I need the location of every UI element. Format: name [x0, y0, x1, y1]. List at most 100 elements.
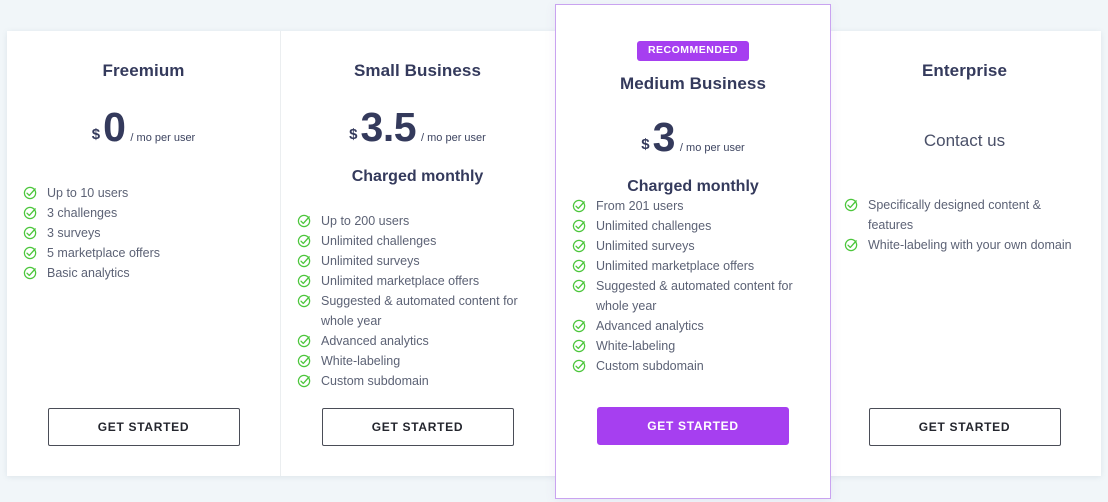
price-currency: $	[641, 135, 650, 153]
circle-check-icon	[572, 279, 586, 292]
recommended-badge: RECOMMENDED	[636, 41, 750, 61]
list-item: Unlimited surveys	[572, 236, 814, 256]
price-currency: $	[349, 126, 358, 143]
list-item: Suggested & automated content for whole …	[572, 276, 814, 316]
list-item: Unlimited challenges	[572, 216, 814, 236]
price-period: / mo per user	[679, 141, 745, 154]
circle-check-icon	[297, 234, 311, 248]
feature-label: From 201 users	[596, 198, 684, 213]
feature-label: Unlimited marketplace offers	[321, 274, 480, 288]
circle-check-icon	[572, 339, 586, 352]
circle-check-icon	[572, 259, 586, 272]
circle-check-icon	[297, 374, 311, 388]
feature-label: Unlimited challenges	[596, 218, 712, 233]
list-item: Suggested & automated content for whole …	[297, 291, 538, 331]
list-item: Unlimited surveys	[297, 251, 538, 271]
list-item: Custom subdomain	[572, 356, 814, 376]
list-item: Unlimited marketplace offers	[297, 271, 538, 291]
circle-check-icon	[297, 254, 311, 268]
list-item: Unlimited marketplace offers	[572, 256, 814, 276]
cta-container: GET STARTED	[572, 407, 814, 445]
plan-title: Small Business	[353, 61, 482, 80]
list-item: White-labeling with your own domain	[844, 235, 1085, 255]
plan-card-small-business: Small Business $ 3.5 / mo per user Charg…	[280, 31, 554, 476]
plan-card-medium-business: RECOMMENDED Medium Business $ 3 / mo per…	[555, 4, 831, 499]
circle-check-icon	[297, 294, 311, 308]
circle-check-icon	[23, 266, 37, 280]
list-item: 3 challenges	[23, 203, 264, 223]
billing-note: Charged monthly	[351, 168, 484, 185]
cta-container: GET STARTED	[297, 408, 538, 446]
feature-label: Unlimited marketplace offers	[596, 258, 755, 273]
circle-check-icon	[572, 239, 586, 252]
feature-list: Specifically designed content & features…	[844, 195, 1085, 255]
price-period: / mo per user	[421, 132, 486, 144]
price-currency: $	[91, 126, 101, 143]
pricing-page: Freemium $ 0 / mo per user Up to 10 user…	[0, 0, 1108, 502]
list-item: Advanced analytics	[572, 316, 814, 336]
circle-check-icon	[844, 238, 858, 252]
price-amount: 3.5	[360, 104, 417, 150]
get-started-button[interactable]: GET STARTED	[47, 408, 240, 446]
contact-us-label: Contact us	[923, 131, 1006, 150]
plan-price: $ 0 / mo per user	[92, 107, 195, 148]
list-item: Advanced analytics	[297, 331, 538, 351]
price-amount: 0	[103, 104, 126, 150]
feature-label: White-labeling	[596, 338, 676, 353]
circle-check-icon	[297, 334, 311, 348]
circle-check-icon	[23, 186, 37, 200]
list-item: Specifically designed content & features	[844, 195, 1085, 235]
list-item: White-labeling	[572, 336, 814, 356]
get-started-button[interactable]: GET STARTED	[321, 408, 514, 446]
price-period: / mo per user	[130, 132, 196, 144]
circle-check-icon	[297, 214, 311, 228]
circle-check-icon	[572, 359, 586, 372]
plan-card-freemium: Freemium $ 0 / mo per user Up to 10 user…	[7, 31, 280, 476]
list-item: Up to 200 users	[297, 211, 538, 231]
plan-price: $ 3 / mo per user	[641, 116, 745, 158]
circle-check-icon	[23, 246, 37, 260]
list-item: Up to 10 users	[23, 183, 264, 203]
feature-label: White-labeling with your own domain	[868, 238, 1072, 252]
feature-list: Up to 200 users Unlimited challenges Unl…	[297, 211, 538, 391]
circle-check-icon	[844, 198, 858, 212]
cta-container: GET STARTED	[23, 408, 264, 446]
plan-title: Medium Business	[619, 73, 767, 93]
plan-title: Enterprise	[921, 61, 1008, 80]
billing-note: Charged monthly	[627, 177, 759, 195]
feature-label: White-labeling	[321, 354, 401, 368]
feature-label: 3 surveys	[47, 226, 101, 240]
feature-label: 5 marketplace offers	[47, 246, 161, 260]
feature-label: Advanced analytics	[321, 334, 429, 348]
circle-check-icon	[572, 319, 586, 332]
list-item: White-labeling	[297, 351, 538, 371]
circle-check-icon	[572, 219, 586, 232]
circle-check-icon	[23, 206, 37, 220]
get-started-button[interactable]: GET STARTED	[597, 407, 789, 445]
circle-check-icon	[23, 226, 37, 240]
feature-label: Custom subdomain	[321, 374, 429, 388]
list-item: Unlimited challenges	[297, 231, 538, 251]
feature-label: Suggested & automated content for whole …	[321, 294, 518, 328]
list-item: Basic analytics	[23, 263, 264, 283]
list-item: Custom subdomain	[297, 371, 538, 391]
feature-list: From 201 users Unlimited challenges Unli…	[572, 196, 814, 376]
pricing-cards-strip: Freemium $ 0 / mo per user Up to 10 user…	[7, 31, 1101, 476]
feature-label: Unlimited surveys	[321, 254, 420, 268]
feature-label: Unlimited challenges	[321, 234, 437, 248]
feature-label: 3 challenges	[47, 206, 118, 220]
plan-card-enterprise: Enterprise Contact us Specifically desig…	[827, 31, 1101, 476]
cta-container: GET STARTED	[844, 408, 1085, 446]
feature-label: Custom subdomain	[596, 358, 704, 373]
get-started-button[interactable]: GET STARTED	[868, 408, 1061, 446]
feature-list: Up to 10 users 3 challenges 3 surveys 5 …	[23, 183, 264, 283]
circle-check-icon	[297, 274, 311, 288]
circle-check-icon	[297, 354, 311, 368]
feature-label: Up to 10 users	[47, 186, 129, 200]
plan-price: $ 3.5 / mo per user	[349, 107, 486, 148]
circle-check-icon	[572, 199, 586, 212]
list-item: 5 marketplace offers	[23, 243, 264, 263]
list-item: From 201 users	[572, 196, 814, 216]
feature-label: Specifically designed content & features	[868, 198, 1042, 232]
feature-label: Basic analytics	[47, 266, 130, 280]
